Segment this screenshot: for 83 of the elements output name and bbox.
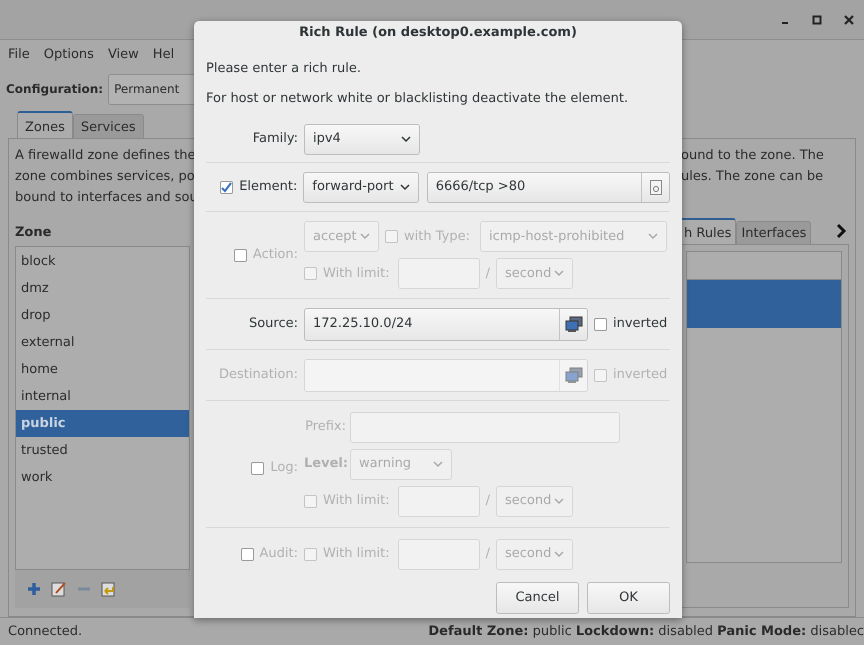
checkbox[interactable]	[251, 462, 264, 474]
separator-text: /	[486, 264, 490, 283]
input-field[interactable]	[398, 538, 480, 570]
description-text: A firewalld zone defines the	[15, 147, 197, 165]
checkbox[interactable]	[240, 548, 254, 560]
input-field[interactable]: 6666/tcp >80	[426, 172, 670, 202]
tab[interactable]: Zones	[17, 111, 73, 138]
field-label: with Type:	[404, 228, 470, 246]
limit-label: With limit:	[323, 264, 390, 283]
zone-heading: Zone	[15, 224, 52, 242]
zone-item[interactable]: internal	[16, 383, 189, 410]
load-defaults-icon[interactable]	[101, 581, 117, 597]
checkbox[interactable]	[304, 494, 317, 508]
separator-text: /	[486, 492, 490, 510]
limit-label: With limit:	[323, 492, 390, 510]
status-text: Connected.	[8, 622, 82, 641]
chevron-icon	[360, 233, 370, 240]
separator-text: /	[486, 545, 490, 564]
menu-item[interactable]: File	[2, 45, 36, 65]
checkbox[interactable]	[234, 248, 247, 262]
zone-item[interactable]: dmz	[16, 275, 189, 302]
chevron-icon	[648, 233, 658, 240]
tab[interactable]: h Rules	[679, 218, 736, 244]
limit-label: With limit:	[323, 545, 390, 564]
input-field[interactable]	[398, 258, 480, 289]
checkbox[interactable]	[304, 267, 317, 280]
checkbox[interactable]	[304, 548, 317, 560]
description-text: zone combines services, po	[15, 168, 196, 186]
menu-item[interactable]: Options	[38, 45, 100, 65]
field-label: Source:	[248, 315, 298, 334]
field-label: Level:	[304, 455, 346, 474]
input-field[interactable]	[350, 412, 620, 442]
checkbox[interactable]	[220, 180, 234, 194]
document-icon	[650, 180, 662, 194]
scroll-right-icon[interactable]	[835, 223, 847, 239]
chevron-icon	[554, 498, 564, 504]
close-icon[interactable]	[844, 14, 854, 24]
chevron-icon	[554, 550, 564, 558]
field-label: Log:	[270, 459, 298, 478]
field-label: Destination:	[218, 366, 298, 384]
description-text: ules. The zone can be	[681, 168, 824, 186]
zone-item[interactable]: work	[16, 464, 189, 491]
zone-item[interactable]: external	[16, 329, 189, 356]
plus-icon[interactable]	[27, 582, 41, 596]
checkbox[interactable]	[594, 318, 607, 330]
input-field[interactable]	[398, 486, 480, 516]
field-label: inverted	[613, 315, 668, 334]
tab[interactable]: Services	[72, 114, 144, 138]
dialog-title: Rich Rule (on desktop0.example.com)	[299, 24, 577, 42]
chevron-icon	[554, 270, 564, 277]
field-label: Audit:	[260, 545, 298, 564]
zone-item[interactable]: trusted	[16, 437, 189, 464]
dialog-button[interactable]: Cancel	[496, 582, 579, 614]
edit-icon[interactable]	[51, 581, 67, 597]
zone-item[interactable]: drop	[16, 302, 189, 329]
chevron-icon	[433, 460, 443, 468]
field-label: inverted	[613, 366, 668, 384]
field-label: Prefix:	[304, 418, 346, 436]
menu-item[interactable]: Hel	[146, 45, 180, 65]
maximize-icon[interactable]	[812, 14, 822, 24]
field-label: Family:	[252, 130, 298, 148]
checkbox[interactable]	[385, 230, 398, 243]
computers-icon	[564, 367, 582, 383]
status-text: Default Zone: public Lockdown: disabled Panic Mode: disablec	[428, 622, 864, 641]
dropdown[interactable]: ipv4	[304, 124, 420, 154]
intro-text: Please enter a rich rule.	[206, 60, 362, 78]
input-field[interactable]: 172.25.10.0/24	[304, 308, 588, 340]
dialog-button[interactable]: OK	[587, 582, 670, 614]
chevron-icon	[400, 184, 410, 190]
menu-item[interactable]: View	[102, 45, 145, 65]
computers-icon	[564, 316, 582, 332]
intro-text: For host or network white or blacklisting deactivate the element.	[206, 90, 630, 108]
tab[interactable]: Interfaces	[736, 221, 812, 244]
description-text: ound to the zone. The	[681, 147, 825, 165]
input-field[interactable]	[304, 358, 588, 392]
zone-item[interactable]: home	[16, 356, 189, 383]
zone-item[interactable]: public	[16, 410, 189, 437]
chevron-icon	[401, 136, 411, 142]
field-label: Action:	[252, 246, 298, 264]
zone-item[interactable]: block	[16, 248, 189, 275]
configuration-label: Configuration:	[6, 81, 104, 98]
dropdown[interactable]: forward-port	[303, 172, 419, 202]
field-label: Element:	[239, 178, 298, 196]
